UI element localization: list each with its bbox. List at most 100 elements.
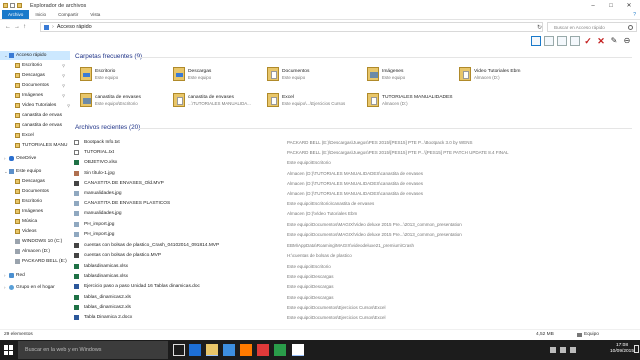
pin-icon[interactable]: ⚲ — [62, 93, 65, 98]
list-item[interactable]: tablas_dinamicas2.xls Este equipo\Descarg… — [72, 293, 638, 301]
list-item[interactable]: tablas_dinamicas2.xls Este equipo\Documen… — [72, 303, 638, 311]
sidebar-item-label: WINDOWS 10 (C:) — [22, 239, 63, 244]
folder-tile-tutoriales-manualidades[interactable]: TUTORIALES MANUALIDADES Almacen (D:) — [367, 89, 507, 111]
layout-icon[interactable] — [531, 36, 541, 46]
clock[interactable]: 17:08 10/09/2015 — [610, 343, 634, 355]
sidebar-item-pc-documentos[interactable]: Documentos — [15, 187, 70, 196]
sidebar-item-pc-videos[interactable]: Videos — [15, 227, 70, 236]
section-title-recent[interactable]: Archivos recientes (20) — [75, 124, 140, 131]
sidebar-item-tutoriales-manu[interactable]: TUTORIALES MANU — [15, 141, 70, 150]
store-icon[interactable] — [223, 344, 235, 356]
sidebar-item-canastita-1[interactable]: canastita de envas — [15, 111, 70, 120]
list-item[interactable]: PH_import.jpg Este equipo\Documentos\MAGI… — [72, 230, 638, 238]
search-input[interactable]: Buscar en Acceso rápido — [547, 22, 637, 32]
list-item[interactable]: Bootpack Info.txt PACKARD BELL (E:)\Desca… — [72, 138, 638, 146]
pen-icon[interactable]: ✎ — [609, 36, 619, 46]
x-icon[interactable]: ✕ — [596, 36, 606, 46]
sidebar-item-descargas[interactable]: Descargas ⚲ — [15, 71, 65, 80]
address-bar[interactable]: › Acceso rápido — [40, 22, 543, 32]
tab-inicio[interactable]: Inicio — [29, 10, 52, 19]
sidebar-item-red[interactable]: › Red — [0, 271, 70, 280]
folder-tile-documentos[interactable]: Documentos Este equipo — [267, 63, 382, 85]
sidebar-item-quick-access[interactable]: ⌄ Acceso rápido — [0, 51, 70, 60]
forward-arrow-icon[interactable]: → — [14, 24, 20, 30]
file-explorer-icon[interactable] — [206, 344, 218, 356]
sidebar-item-drive-e[interactable]: PACKARD BELL (E:) — [15, 257, 70, 266]
media-player-icon[interactable] — [240, 344, 252, 356]
sidebar-item-pc-musica[interactable]: Música — [15, 217, 70, 226]
chevron-right-icon[interactable]: › — [52, 24, 54, 30]
list-item[interactable]: tablasdinamicas.xlsx Este equipo\Escritor… — [72, 262, 638, 270]
help-icon[interactable]: ? — [633, 12, 636, 18]
chevron-down-icon[interactable]: ⌄ — [4, 169, 8, 175]
copy-icon[interactable] — [557, 36, 567, 46]
pin-icon[interactable]: ⚲ — [62, 83, 65, 88]
list-item[interactable]: TUTORIAL.txt PACKARD BELL (E:)\Descargas\… — [72, 148, 638, 156]
close-button[interactable]: ✕ — [620, 0, 638, 11]
back-arrow-icon[interactable]: ← — [5, 24, 11, 30]
sidebar-item-imagenes[interactable]: Imágenes ⚲ — [15, 91, 65, 100]
sidebar-item-escritorio[interactable]: Escritorio ⚲ — [15, 61, 65, 70]
list-item[interactable]: Ejercicio paso a paso Unidad 16 Tablas d… — [72, 282, 638, 290]
refresh-icon[interactable]: ↻ — [535, 22, 544, 32]
chevron-right-icon[interactable]: › — [4, 273, 6, 278]
notification-icon[interactable] — [634, 345, 639, 353]
sidebar-item-documentos[interactable]: Documentos ⚲ — [15, 81, 65, 90]
edge-icon[interactable] — [189, 344, 201, 356]
list-item[interactable]: CANASTITA DE ENVASES_Old.MVP Almacen (D:)… — [72, 179, 638, 187]
list-item[interactable]: OBJETIVO.xlsx Este equipo\Escritorio — [72, 158, 638, 166]
tab-vista[interactable]: Vista — [84, 10, 106, 19]
list-item[interactable]: cuentas con bolsas de plastico_Crash_041… — [72, 241, 638, 249]
pin-icon[interactable]: ⚲ — [62, 63, 65, 68]
sidebar-item-pc-escritorio[interactable]: Escritorio — [15, 197, 70, 206]
chevron-down-icon[interactable]: ⌄ — [4, 53, 8, 59]
task-view-icon[interactable] — [173, 344, 185, 356]
maximize-button[interactable]: □ — [602, 0, 620, 11]
minimize-button[interactable]: – — [584, 0, 602, 11]
sidebar-item-drive-d[interactable]: Almacen (D:) — [15, 247, 70, 256]
folder-tile-video-tutoriales[interactable]: Video Tutoriales Ebm Almacen (D:) — [459, 63, 574, 85]
sidebar-item-onedrive[interactable]: › OneDrive — [0, 154, 70, 163]
up-arrow-icon[interactable]: ↑ — [23, 24, 26, 30]
sidebar-item-pc-imagenes[interactable]: Imágenes — [15, 207, 70, 216]
clipboard-icon[interactable] — [570, 36, 580, 46]
tab-compartir[interactable]: Compartir — [52, 10, 84, 19]
sidebar-item-este-equipo[interactable]: ⌄ Este equipo — [0, 167, 70, 176]
list-item[interactable]: tablasdinamicas.xlsx Este equipo\Descarga… — [72, 272, 638, 280]
app-icon[interactable] — [292, 344, 304, 356]
list-item[interactable]: PH_import.jpg Este equipo\Documentos\MAGI… — [72, 220, 638, 228]
tab-file[interactable]: Archivo — [2, 10, 30, 19]
sidebar-item-grupo-hogar[interactable]: › Grupo en el hogar — [0, 283, 70, 292]
chevron-right-icon[interactable]: › — [4, 156, 6, 161]
sidebar-item-canastita-2[interactable]: canastita de envas — [15, 121, 70, 130]
list-item[interactable]: Tabla Dinamica 2.docx Este equipo\Documen… — [72, 313, 638, 321]
keyboard-icon[interactable] — [570, 347, 576, 353]
list-item[interactable]: manualidades.jpg Almacen (D:)\TUTORIALES … — [72, 189, 638, 197]
sidebar-item-pc-descargas[interactable]: Descargas — [15, 177, 70, 186]
app-icon[interactable] — [257, 344, 269, 356]
network-icon[interactable] — [550, 347, 556, 353]
volume-icon[interactable] — [560, 347, 566, 353]
section-title-frequent[interactable]: Carpetas frecuentes (9) — [75, 53, 142, 60]
check-icon[interactable]: ✓ — [583, 36, 593, 46]
window-icon[interactable] — [544, 36, 554, 46]
taskbar-search[interactable]: Buscar en la web y en Windows — [18, 341, 168, 359]
pin-icon[interactable]: ⚲ — [62, 73, 65, 78]
toggle-icon[interactable]: ⊖ — [622, 36, 632, 46]
list-item[interactable]: manualidades.jpg Almacen (D:)\Video Tutor… — [72, 209, 638, 217]
list-item[interactable]: cuentas con bolsas de plastico.MVP H:\cue… — [72, 251, 638, 259]
breadcrumb[interactable]: Acceso rápido — [57, 24, 92, 30]
pin-icon[interactable]: ⚲ — [67, 103, 70, 108]
sidebar-item-drive-c[interactable]: WINDOWS 10 (C:) — [15, 237, 70, 246]
new-folder-icon[interactable] — [17, 3, 22, 8]
folder-tile-excel[interactable]: Excel Este equipo\...\Ejercicios Cursos — [267, 89, 382, 111]
chevron-right-icon[interactable]: › — [4, 285, 6, 290]
properties-icon[interactable] — [10, 3, 15, 8]
list-item[interactable]: Sin título-1.jpg Almacen (D:)\TUTORIALES … — [72, 169, 638, 177]
sidebar-item-excel[interactable]: Excel — [15, 131, 70, 140]
list-item[interactable]: CANASTITA DE ENVASES PLASTICOS Este equip… — [72, 199, 638, 207]
folder-location: ...\TUTORIALES MANUALIDA... — [188, 100, 251, 106]
start-button[interactable] — [4, 345, 14, 355]
app-icon[interactable] — [274, 344, 286, 356]
sidebar-item-video-tutoriales[interactable]: Video Tutoriales ⚲ — [15, 101, 70, 110]
